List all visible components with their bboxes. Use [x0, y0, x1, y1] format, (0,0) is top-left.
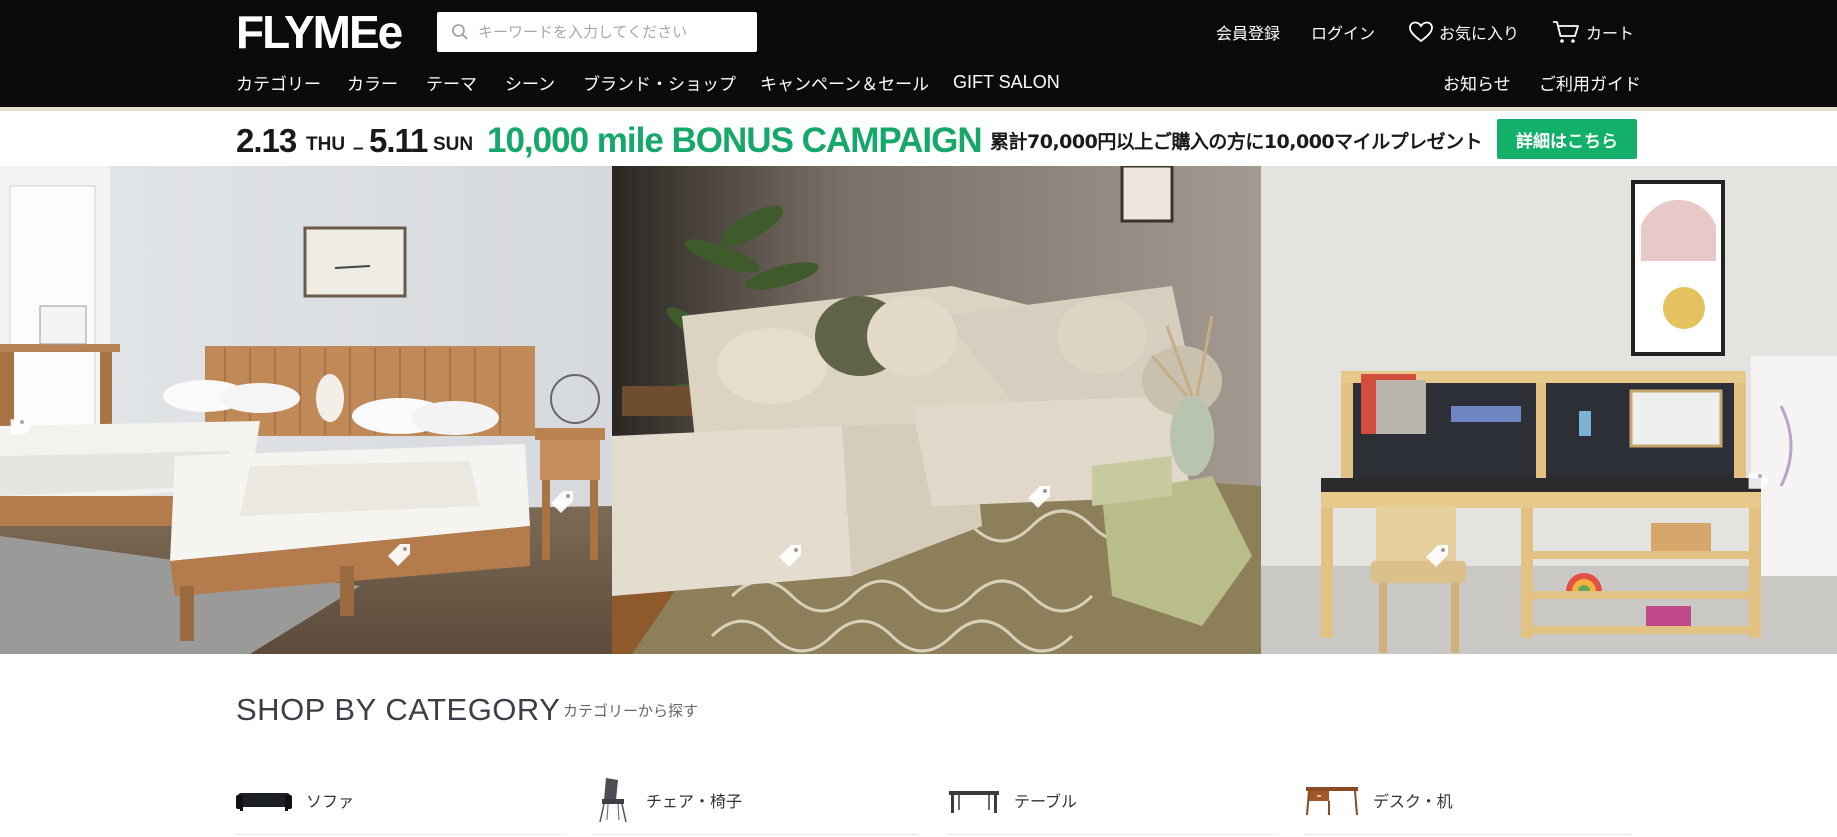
heart-icon — [1409, 21, 1433, 43]
category-item-desk[interactable]: デスク・机 — [1305, 765, 1631, 835]
nav-category[interactable]: カテゴリー — [236, 70, 321, 95]
banner-description: 累計70,000円以上ご購入の方に10,000マイルプレゼント — [990, 131, 1483, 153]
category-item-table[interactable]: テーブル — [948, 765, 1274, 835]
price-tag-icon[interactable] — [1026, 484, 1052, 510]
price-tag-icon[interactable] — [777, 543, 803, 569]
price-tag-icon[interactable] — [1742, 468, 1768, 494]
price-tag-icon[interactable] — [386, 542, 412, 568]
sofa-icon — [236, 792, 292, 811]
desk-icon — [1306, 786, 1358, 815]
register-link[interactable]: 会員登録 — [1216, 19, 1280, 45]
banner-campaign-title: 10,000 mile BONUS CAMPAIGN — [487, 121, 983, 160]
hero-panel-living[interactable] — [612, 166, 1261, 654]
favorites-link[interactable]: お気に入り — [1408, 19, 1519, 45]
banner-separator: – — [353, 138, 364, 159]
cart-label: カート — [1586, 24, 1635, 43]
nav-color[interactable]: カラー — [347, 70, 398, 95]
category-label: テーブル — [1014, 791, 1078, 811]
category-label: デスク・机 — [1373, 791, 1453, 811]
nav-theme[interactable]: テーマ — [426, 70, 477, 95]
nav-scene[interactable]: シーン — [505, 70, 555, 95]
price-tag-icon[interactable] — [549, 489, 575, 515]
hero-panel-bedroom[interactable] — [0, 166, 612, 654]
sofa-room-photo — [612, 166, 1261, 654]
banner-end-date: 5.11 — [369, 122, 428, 159]
category-label: ソファ — [306, 791, 355, 811]
category-item-sofa[interactable]: ソファ — [236, 765, 562, 835]
nav-guide[interactable]: ご利用ガイド — [1539, 70, 1641, 95]
price-tag-icon[interactable] — [4, 414, 30, 440]
site-logo[interactable]: FLYMEe — [236, 9, 403, 55]
login-label: ログイン — [1311, 24, 1376, 43]
hero-panel-kids[interactable] — [1261, 166, 1837, 654]
cart-link[interactable]: カート — [1551, 19, 1634, 45]
nav-gift-salon[interactable]: GIFT SALON — [953, 70, 1060, 94]
campaign-details-button[interactable]: 詳細はこちら — [1497, 119, 1637, 159]
bed-room-photo — [0, 166, 612, 654]
search-icon — [452, 24, 468, 40]
kids-desk-photo — [1261, 166, 1837, 654]
nav-brand-shop[interactable]: ブランド・ショップ — [583, 70, 736, 95]
register-label: 会員登録 — [1216, 24, 1281, 43]
banner-start-day: THU — [306, 134, 346, 155]
banner-end-day: SUN — [433, 134, 474, 155]
search-box[interactable] — [437, 12, 757, 52]
login-link[interactable]: ログイン — [1311, 19, 1375, 45]
price-tag-icon[interactable] — [1424, 543, 1450, 569]
cart-icon — [1553, 21, 1579, 43]
category-section-title: SHOP BY CATEGORY — [236, 692, 561, 727]
favorites-label: お気に入り — [1439, 24, 1520, 43]
banner-start-date: 2.13 — [236, 122, 297, 159]
nav-news[interactable]: お知らせ — [1443, 70, 1511, 95]
table-icon — [949, 790, 999, 813]
hero-carousel[interactable] — [0, 166, 1837, 654]
chair-icon — [599, 777, 627, 822]
category-section-subtitle: カテゴリーから探す — [563, 702, 699, 720]
category-item-chair[interactable]: チェア・椅子 — [592, 765, 918, 835]
category-label: チェア・椅子 — [646, 791, 743, 811]
nav-campaign-sale[interactable]: キャンペーン＆セール — [760, 70, 929, 95]
search-input[interactable] — [478, 23, 748, 41]
